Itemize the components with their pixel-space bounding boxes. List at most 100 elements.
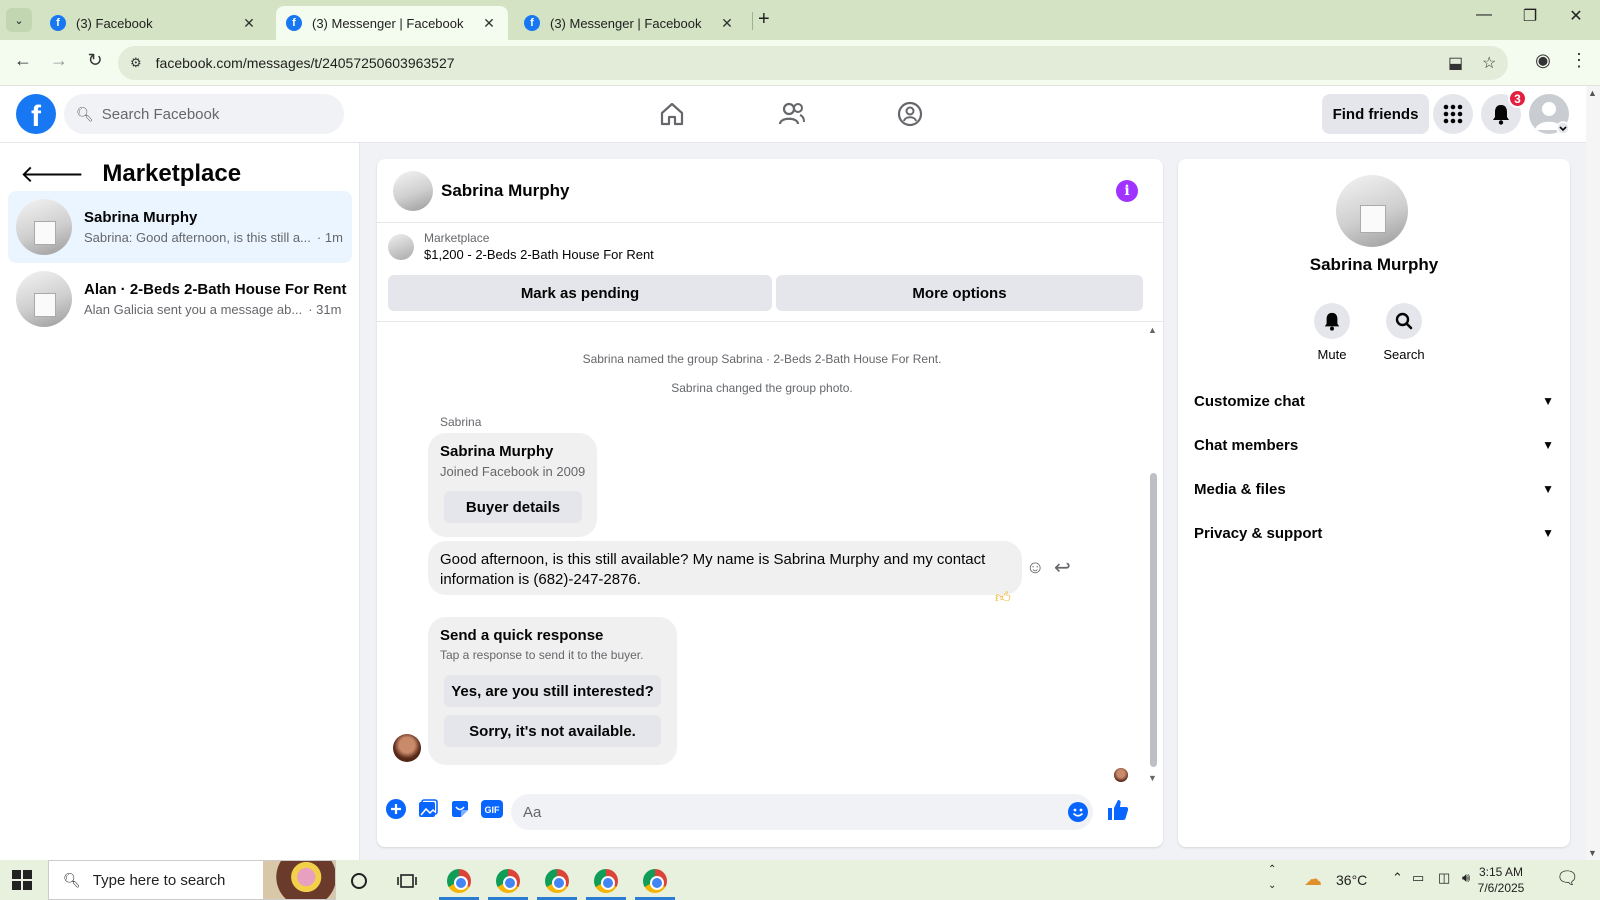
site-info-icon[interactable]: ⚙: [130, 55, 142, 71]
sender-avatar[interactable]: [393, 734, 421, 762]
taskbar-search-input[interactable]: [92, 871, 253, 889]
chat-members-section[interactable]: Chat members ▼: [1194, 425, 1554, 465]
conversation-preview: Sabrina: Good afternoon, is this still a…: [84, 230, 311, 245]
menu-grid-icon[interactable]: [1433, 94, 1473, 134]
minimize-icon[interactable]: —: [1464, 6, 1504, 24]
message-input-box[interactable]: [511, 794, 1093, 830]
facebook-search-input[interactable]: [101, 105, 322, 123]
divider: [377, 321, 1163, 322]
network-icon[interactable]: ▭: [1412, 870, 1424, 886]
mute-button[interactable]: Mute: [1302, 303, 1362, 362]
chevron-down-icon: ▼: [1542, 394, 1554, 408]
browser-menu-icon[interactable]: ⋮: [1566, 50, 1592, 71]
scroll-down-arrow-icon[interactable]: ▼: [1588, 848, 1597, 858]
browser-tab-facebook[interactable]: f (3) Facebook ✕: [40, 6, 268, 40]
scroll-up-arrow-icon[interactable]: ▲: [1588, 88, 1597, 98]
media-files-section[interactable]: Media & files ▼: [1194, 469, 1554, 509]
marketplace-listing[interactable]: Marketplace $1,200 - 2-Beds 2-Bath House…: [388, 231, 654, 262]
profile-avatar[interactable]: [1336, 175, 1408, 247]
tab-close-icon[interactable]: ✕: [240, 15, 258, 32]
more-actions-plus-icon[interactable]: [385, 798, 407, 820]
browser-tab-messenger[interactable]: f (3) Messenger | Facebook ✕: [514, 6, 746, 40]
tab-close-icon[interactable]: ✕: [718, 15, 736, 32]
tab-close-icon[interactable]: ✕: [480, 15, 498, 32]
search-in-conversation-button[interactable]: Search: [1374, 303, 1434, 362]
home-icon[interactable]: [652, 98, 692, 130]
react-emoji-icon[interactable]: ☺: [1026, 557, 1044, 578]
account-avatar[interactable]: [1529, 94, 1569, 134]
chrome-taskbar-icon[interactable]: [593, 868, 619, 894]
cortana-icon[interactable]: [346, 868, 372, 894]
tab-title: (3) Messenger | Facebook: [312, 15, 464, 31]
chat-header-name[interactable]: Sabrina Murphy: [441, 181, 569, 201]
message-input[interactable]: [511, 794, 1041, 830]
tab-search-dropdown-icon[interactable]: ⌄: [6, 8, 32, 32]
emoji-picker-icon[interactable]: [1067, 801, 1089, 823]
forward-icon[interactable]: →: [46, 50, 72, 71]
system-clock[interactable]: 3:15 AM 7/6/2025: [1466, 864, 1536, 896]
chrome-taskbar-icon[interactable]: [495, 868, 521, 894]
conversation-info-icon[interactable]: i: [1116, 180, 1138, 202]
profile-name[interactable]: Sabrina Murphy: [1178, 255, 1570, 275]
scroll-up-arrow-icon[interactable]: ▲: [1148, 325, 1157, 335]
search-highlight-image: [263, 861, 335, 899]
bookmark-star-icon[interactable]: ☆: [1482, 53, 1496, 73]
facebook-search-box[interactable]: 🔍︎: [64, 94, 344, 134]
chat-panel: Sabrina Murphy i Marketplace $1,200 - 2-…: [377, 159, 1163, 847]
maximize-icon[interactable]: ❐: [1510, 6, 1550, 26]
thumbs-up-reaction-icon[interactable]: 👍︎: [995, 589, 1011, 607]
customize-chat-section[interactable]: Customize chat ▼: [1194, 381, 1554, 421]
temperature-text[interactable]: 36°C: [1336, 872, 1367, 888]
new-tab-plus-icon[interactable]: +: [758, 8, 770, 31]
sticker-icon[interactable]: [449, 798, 471, 820]
message-bubble[interactable]: Good afternoon, is this still available?…: [428, 541, 1022, 595]
more-options-button[interactable]: More options: [776, 275, 1143, 311]
weather-icon[interactable]: ☁: [1304, 869, 1322, 890]
quick-response-no-button[interactable]: Sorry, it's not available.: [444, 715, 661, 747]
buyer-card-name: Sabrina Murphy: [440, 443, 554, 460]
back-icon[interactable]: ←: [10, 50, 36, 71]
notification-center-icon[interactable]: 🗨︎: [1556, 868, 1579, 889]
bell-icon: [1314, 303, 1350, 339]
chat-header-avatar[interactable]: [393, 170, 433, 211]
mark-as-pending-button[interactable]: Mark as pending: [388, 275, 772, 311]
buyer-details-button[interactable]: Buyer details: [444, 491, 582, 523]
window-close-icon[interactable]: ✕: [1556, 6, 1596, 26]
quick-response-yes-button[interactable]: Yes, are you still interested?: [444, 675, 661, 707]
groups-icon[interactable]: [890, 98, 930, 130]
windows-start-icon[interactable]: [12, 870, 32, 890]
reload-icon[interactable]: ↻: [82, 50, 108, 71]
url-text[interactable]: facebook.com/messages/t/2405725060396352…: [156, 55, 455, 71]
privacy-support-section[interactable]: Privacy & support ▼: [1194, 513, 1554, 553]
conversation-item-sabrina[interactable]: Sabrina Murphy Sabrina: Good afternoon, …: [8, 191, 352, 263]
gif-icon[interactable]: GIF: [480, 798, 504, 820]
show-hidden-icons-chevron-icon[interactable]: ⌃: [1392, 870, 1403, 886]
chat-scroll-thumb[interactable]: [1150, 473, 1157, 767]
taskbar-search-box[interactable]: 🔍︎: [48, 860, 336, 900]
find-friends-button[interactable]: Find friends: [1322, 94, 1429, 134]
conversation-item-alan[interactable]: Alan · 2-Beds 2-Bath House For Rent Alan…: [8, 263, 352, 335]
send-like-thumbs-up-icon[interactable]: [1105, 797, 1131, 823]
attach-photo-icon[interactable]: [417, 798, 439, 820]
reply-icon[interactable]: ↩: [1054, 555, 1071, 580]
omnibox[interactable]: ⚙ facebook.com/messages/t/24057250603963…: [118, 46, 1508, 80]
install-app-icon[interactable]: ⬓: [1448, 53, 1463, 73]
chevron-down-icon: ▼: [1542, 526, 1554, 540]
chrome-taskbar-icon[interactable]: [642, 868, 668, 894]
conversation-details-panel: Sabrina Murphy Mute Search Customize cha…: [1178, 159, 1570, 847]
taskbar-scroll-arrows-icon[interactable]: ⌃ ⌄: [1268, 862, 1276, 894]
chrome-taskbar-icon[interactable]: [544, 868, 570, 894]
task-view-icon[interactable]: [394, 868, 420, 894]
svg-text:GIF: GIF: [485, 805, 501, 815]
meet-now-icon[interactable]: ◫: [1438, 870, 1450, 886]
profile-icon[interactable]: ◉: [1530, 50, 1556, 71]
system-message: Sabrina changed the group photo.: [671, 381, 853, 395]
back-arrow-icon[interactable]: 🡐: [20, 159, 84, 189]
chrome-taskbar-icon[interactable]: [446, 868, 472, 894]
facebook-logo-icon[interactable]: f: [16, 94, 56, 134]
friends-icon[interactable]: [772, 98, 812, 130]
windows-taskbar: 🔍︎ ⌃⌄ ☁ 36°C ⌃ ▭ ◫ 🔊︎ 3:15 AM 7/6/2025 🗨…: [0, 860, 1600, 900]
browser-tab-messenger-active[interactable]: f (3) Messenger | Facebook ✕: [276, 6, 508, 40]
page-scrollbar[interactable]: ▲ ▼: [1586, 86, 1600, 860]
chat-scrollbar[interactable]: ▲ ▼: [1147, 325, 1159, 783]
